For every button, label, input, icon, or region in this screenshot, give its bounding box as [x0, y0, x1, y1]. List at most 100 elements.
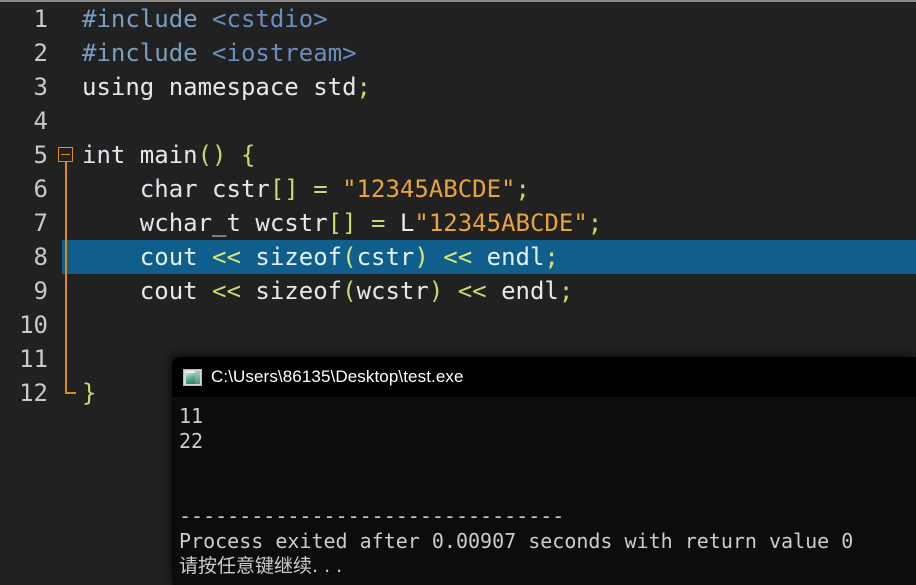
code-line[interactable]: 3 using namespace std; — [0, 70, 916, 104]
code-line[interactable]: 8 cout << sizeof(cstr) << endl; — [0, 240, 916, 274]
code-line[interactable]: 6 char cstr[] = "12345ABCDE"; — [0, 172, 916, 206]
code-line[interactable]: 4 — [0, 104, 916, 138]
fold-guide-line — [65, 162, 67, 172]
code-token: ( — [342, 243, 357, 271]
code-line[interactable]: 9 cout << sizeof(wcstr) << endl; — [0, 274, 916, 308]
screenshot-root: 1 #include <cstdio> 2 #include <iostream> 3 u… — [0, 0, 916, 585]
code-token: "12345ABCDE" — [414, 209, 588, 237]
code-token: << — [212, 277, 241, 305]
code-token: [] — [269, 175, 299, 203]
fold-gutter-cell — [56, 274, 80, 308]
code-token: { — [240, 141, 256, 169]
console-output-line: 请按任意键继续. . . — [179, 555, 343, 577]
code-token: #include — [82, 5, 213, 33]
code-token: << — [443, 243, 473, 271]
code-token: << — [212, 243, 241, 271]
code-token: ) — [428, 277, 444, 305]
fold-gutter-cell — [56, 342, 80, 376]
code-token: int — [82, 141, 126, 169]
line-number: 1 — [33, 5, 48, 33]
line-number: 5 — [33, 141, 48, 169]
code-token: <cstdio> — [212, 5, 328, 33]
console-output-line: Process exited after 0.00907 seconds wit… — [179, 529, 854, 553]
code-line[interactable]: 2 #include <iostream> — [0, 36, 916, 70]
fold-gutter-cell — [56, 70, 80, 104]
code-line-text: #include <cstdio> — [82, 2, 328, 36]
code-token: ; — [587, 209, 603, 237]
code-token: <iostream> — [212, 39, 357, 67]
line-number: 10 — [19, 311, 48, 339]
code-token: () — [197, 141, 227, 169]
code-token: ( — [342, 277, 357, 305]
line-number: 6 — [33, 175, 48, 203]
code-line[interactable]: 7 wchar_t wcstr[] = L"12345ABCDE"; — [0, 206, 916, 240]
code-token: wcstr — [356, 277, 429, 305]
fold-gutter-cell — [56, 36, 80, 70]
fold-guide-line — [65, 274, 67, 308]
line-number: 7 — [33, 209, 48, 237]
code-token: wcstr — [240, 209, 328, 237]
code-token: ; — [356, 73, 371, 101]
code-token: sizeof — [255, 243, 343, 271]
line-number: 8 — [33, 243, 48, 271]
console-window[interactable]: C:\Users\86135\Desktop\test.exe 11 22 ----… — [172, 357, 916, 585]
code-token: #include — [82, 39, 213, 67]
code-token: sizeof — [255, 277, 343, 305]
code-token: cout — [139, 243, 198, 271]
code-token: << — [457, 277, 487, 305]
code-token: char — [139, 175, 198, 203]
code-token: wchar_t — [139, 209, 241, 237]
fold-gutter-cell — [56, 172, 80, 206]
code-token: cout — [139, 277, 198, 305]
code-token: L — [399, 209, 415, 237]
code-token: "12345ABCDE" — [342, 175, 516, 203]
code-line-text: cout << sizeof(wcstr) << endl; — [82, 274, 574, 308]
fold-gutter-cell[interactable] — [56, 138, 80, 172]
fold-gutter-cell — [56, 376, 80, 410]
fold-gutter-cell — [56, 308, 80, 342]
console-output: 11 22 -------------------------------- Proc… — [172, 397, 916, 579]
code-line-text: } — [82, 376, 96, 410]
console-output-line: -------------------------------- — [179, 504, 565, 528]
line-number: 2 — [33, 39, 48, 67]
code-line-text: #include <iostream> — [82, 36, 357, 70]
line-number: 4 — [33, 107, 48, 135]
code-line-text: using namespace std; — [82, 70, 371, 104]
code-token: main — [125, 141, 198, 169]
code-line-text: int main() { — [82, 138, 255, 172]
code-token: cstr — [356, 243, 415, 271]
fold-guide-line — [65, 206, 67, 240]
fold-collapse-icon[interactable] — [58, 147, 73, 162]
code-line[interactable]: 10 — [0, 308, 916, 342]
console-output-line: 11 — [179, 404, 204, 428]
console-titlebar[interactable]: C:\Users\86135\Desktop\test.exe — [172, 357, 916, 397]
code-token: endl — [501, 277, 559, 305]
code-token: endl — [486, 243, 545, 271]
code-token: ; — [544, 243, 559, 271]
fold-guide-line — [65, 240, 67, 274]
fold-guide-end — [65, 376, 74, 394]
code-line[interactable]: 1 #include <cstdio> — [0, 2, 916, 36]
code-line-text: char cstr[] = "12345ABCDE"; — [82, 172, 530, 206]
fold-gutter-cell — [56, 2, 80, 36]
line-number: 3 — [33, 73, 48, 101]
code-token: [] — [327, 209, 357, 237]
fold-gutter-cell — [56, 240, 80, 274]
code-line[interactable]: 5 int main() { — [0, 138, 916, 172]
line-number: 11 — [19, 345, 48, 373]
